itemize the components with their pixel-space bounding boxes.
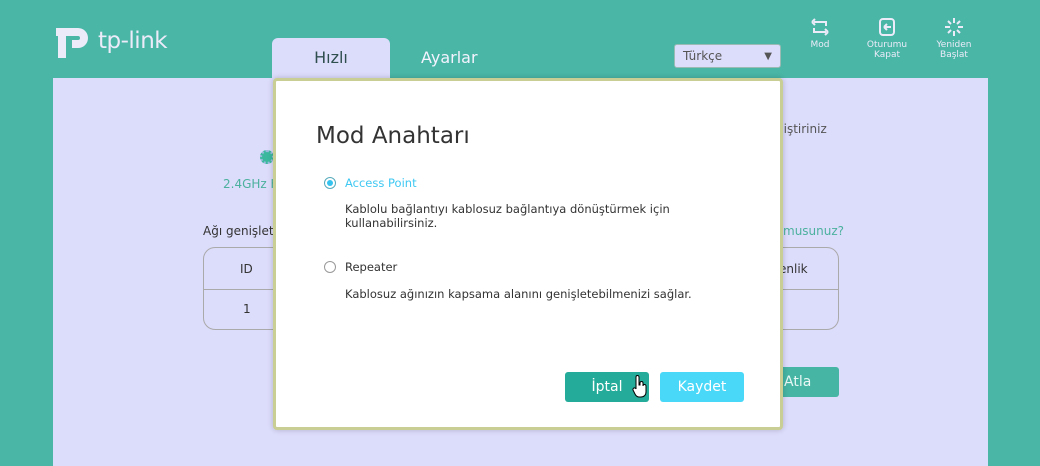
language-value: Türkçe xyxy=(683,49,723,63)
option-label: Repeater xyxy=(345,260,398,274)
save-button[interactable]: Kaydet xyxy=(660,372,744,402)
reboot-icon xyxy=(945,18,963,36)
help-link[interactable]: musunuz? xyxy=(783,224,844,238)
tp-link-logo-icon xyxy=(56,28,88,58)
table-cell-id: 1 xyxy=(243,302,251,316)
logout-button[interactable]: Oturumu Kapat xyxy=(857,18,917,60)
mode-switch-icon xyxy=(811,18,829,36)
extend-question: Ağı genişletn xyxy=(203,224,282,238)
option-repeater[interactable]: Repeater xyxy=(324,260,397,274)
tab-settings[interactable]: Ayarlar xyxy=(412,38,487,78)
tab-quick-setup[interactable]: Hızlı Kurulum xyxy=(272,38,390,107)
language-select[interactable]: Türkçe ▼ xyxy=(674,44,781,68)
tp-link-logo: tp-link xyxy=(52,22,168,60)
hand-cursor-icon xyxy=(632,375,647,398)
chevron-down-icon: ▼ xyxy=(764,50,772,62)
option-description: Kablolu bağlantıyı kablosuz bağlantıya d… xyxy=(345,202,670,230)
option-access-point[interactable]: Access Point xyxy=(324,176,417,190)
mode-button[interactable]: Mod xyxy=(790,18,850,50)
option-label: Access Point xyxy=(345,176,417,190)
instruction-text: ğiştiriniz xyxy=(776,122,827,136)
radio-checked-icon[interactable] xyxy=(324,177,336,189)
logout-icon xyxy=(879,18,895,36)
column-security: enlik xyxy=(779,262,808,276)
band-label: 2.4GHz H xyxy=(223,177,280,191)
mode-switch-dialog: Mod Anahtarı Access Point Kablolu bağlan… xyxy=(273,78,783,430)
radio-unchecked-icon[interactable] xyxy=(324,261,336,273)
dialog-title: Mod Anahtarı xyxy=(316,123,470,149)
option-description: Kablosuz ağınızın kapsama alanını genişl… xyxy=(345,287,692,301)
column-id: ID xyxy=(240,262,253,276)
reboot-button[interactable]: Yeniden Başlat xyxy=(924,18,984,60)
band-status-icon xyxy=(260,150,274,164)
